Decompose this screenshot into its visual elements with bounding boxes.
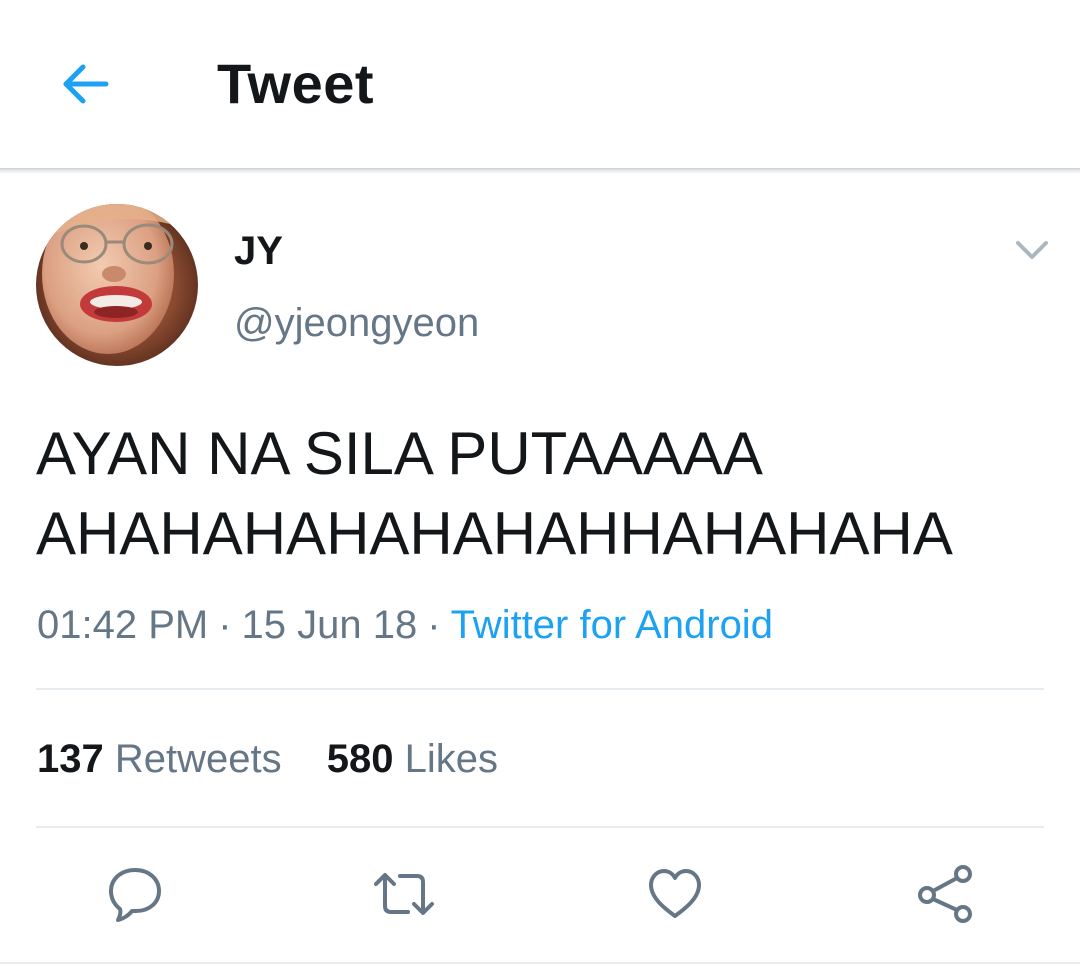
app-header: Tweet (0, 0, 1080, 168)
header-shadow (0, 168, 1080, 174)
likes-label: Likes (404, 737, 499, 781)
tweet-text-line: AYAN NA SILA PUTAAAAA (36, 420, 763, 487)
meta-separator: · (427, 603, 441, 647)
author-display-name[interactable]: JY (234, 226, 283, 276)
tweet-meta: 01:42 PM · 15 Jun 18 · Twitter for Android (37, 600, 773, 650)
retweets-count: 137 (37, 737, 104, 781)
like-button[interactable] (643, 862, 707, 926)
tweet-date: 15 Jun 18 (241, 603, 418, 647)
likes-stat[interactable]: 580 Likes (327, 734, 498, 784)
tweet-source-link[interactable]: Twitter for Android (451, 603, 773, 647)
reply-icon (109, 868, 161, 922)
back-arrow-icon (63, 64, 109, 104)
chevron-down-icon (1016, 241, 1048, 259)
page-title: Tweet (217, 52, 375, 115)
retweet-icon (374, 873, 434, 915)
reply-button[interactable] (103, 862, 167, 926)
back-button[interactable] (52, 52, 116, 116)
share-button[interactable] (913, 862, 977, 926)
tweet-stats: 137 Retweets 580 Likes (37, 734, 498, 784)
meta-separator: · (218, 603, 232, 647)
divider (36, 688, 1044, 690)
likes-count: 580 (326, 737, 394, 781)
tweet-text: AYAN NA SILA PUTAAAAA AHAHAHAHAHAHAHHAHA… (36, 414, 1066, 574)
avatar[interactable] (36, 204, 198, 366)
retweet-button[interactable] (372, 862, 436, 926)
like-icon (649, 869, 701, 918)
divider (0, 962, 1080, 964)
divider (36, 826, 1044, 828)
tweet-options-button[interactable] (1008, 226, 1056, 274)
tweet-time: 01:42 PM (37, 603, 209, 647)
user-avatar-photo (36, 204, 198, 366)
tweet-text-line: AHAHAHAHAHAHAHHAHAHAHA (36, 500, 953, 567)
share-icon (918, 865, 972, 923)
retweets-label: Retweets (114, 737, 282, 781)
retweets-stat[interactable]: 137 Retweets (37, 734, 282, 784)
author-handle[interactable]: @yjeongyeon (234, 298, 479, 348)
